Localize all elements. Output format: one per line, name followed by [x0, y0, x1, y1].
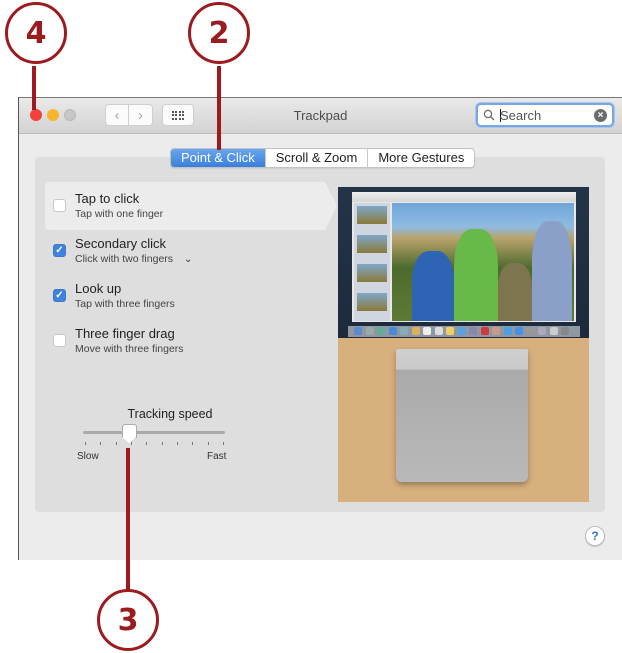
tracking-speed-label: Tracking speed	[127, 407, 213, 421]
slider-tick	[207, 442, 209, 445]
option-title: Secondary click	[75, 236, 167, 251]
gesture-preview-video	[338, 182, 589, 502]
slider-tick	[223, 442, 224, 445]
preview-screen	[338, 182, 589, 338]
dock-app-icon	[469, 327, 477, 335]
slider-tick	[85, 442, 86, 445]
slider-tick	[146, 442, 148, 445]
slider-thumb[interactable]	[122, 424, 138, 438]
option-subtitle: Tap with three fingers	[75, 298, 175, 310]
dock-app-icon	[446, 327, 454, 335]
option-title: Look up	[75, 281, 122, 296]
option-subtitle[interactable]: Click with two fingers ⌄	[75, 253, 192, 265]
callout-3-line	[126, 448, 130, 590]
photo-person	[498, 263, 532, 321]
tab-scroll-and-zoom[interactable]: Scroll & Zoom	[266, 149, 369, 167]
dock-app-icon	[492, 327, 500, 335]
option-tap-to-click[interactable]: Tap to click Tap with one finger	[45, 182, 337, 230]
dock-app-icon	[549, 327, 558, 335]
callout-3: 3	[97, 589, 159, 651]
option-secondary-click[interactable]: ✓ Secondary click Click with two fingers…	[45, 227, 325, 275]
preview-toolbar	[352, 192, 576, 202]
callout-4: 4	[5, 2, 67, 64]
slider-tick	[161, 442, 163, 445]
dock-app-icon	[377, 327, 385, 335]
settings-panel: Tap to click Tap with one finger ✓ Secon…	[35, 157, 605, 512]
option-three-finger-drag[interactable]: Three finger drag Move with three finger…	[45, 317, 325, 365]
preview-dock	[348, 326, 580, 337]
dock-app-icon	[480, 327, 489, 335]
callout-2: 2	[188, 2, 250, 64]
checkmark-icon: ✓	[55, 245, 64, 256]
dock-app-icon	[400, 327, 408, 335]
tab-point-and-click[interactable]: Point & Click	[171, 149, 266, 167]
dock-app-icon	[411, 327, 420, 335]
checkmark-icon: ✓	[55, 290, 64, 301]
tab-bar: Point & Click Scroll & Zoom More Gesture…	[170, 148, 476, 168]
option-look-up[interactable]: ✓ Look up Tap with three fingers	[45, 272, 325, 320]
option-subtitle: Move with three fingers	[75, 343, 184, 355]
magic-trackpad-image	[396, 349, 528, 482]
photo-person	[454, 229, 498, 321]
trackpad-preferences-window: ‹ › Trackpad × Point & Click Scroll & Zo…	[18, 97, 622, 560]
photo-person	[532, 221, 572, 321]
tap-to-click-checkbox[interactable]	[53, 199, 66, 212]
dock-app-icon	[423, 327, 431, 335]
search-field[interactable]: ×	[476, 103, 614, 127]
photo-person	[412, 251, 454, 321]
secondary-click-mode: Click with two fingers	[75, 253, 174, 265]
callout-2-line	[217, 66, 221, 150]
preview-thumbnail	[357, 206, 387, 224]
slider-tick	[177, 442, 178, 445]
dock-app-icon	[538, 327, 546, 335]
preview-thumbnail	[357, 235, 387, 253]
preview-menubar	[338, 182, 589, 187]
dock-app-icon	[457, 327, 466, 335]
search-input[interactable]	[500, 106, 590, 124]
look-up-checkbox[interactable]: ✓	[53, 289, 66, 302]
preview-family-photo	[392, 203, 574, 321]
tracking-speed-slider[interactable]	[83, 431, 225, 434]
slider-tick	[115, 442, 117, 445]
option-title: Tap to click	[75, 191, 140, 206]
callout-4-line	[32, 66, 36, 110]
search-icon	[483, 109, 495, 121]
tab-more-gestures[interactable]: More Gestures	[368, 149, 474, 167]
fast-label: Fast	[207, 451, 227, 462]
dock-app-icon	[434, 327, 443, 335]
secondary-click-checkbox[interactable]: ✓	[53, 244, 66, 257]
dock-app-icon	[561, 327, 569, 335]
dock-app-icon	[354, 327, 362, 335]
text-caret	[500, 109, 501, 122]
dock-app-icon	[388, 327, 397, 335]
dock-app-icon	[526, 327, 535, 335]
slider-thumb-tip	[122, 437, 137, 443]
clear-search-icon[interactable]: ×	[594, 109, 607, 122]
slow-label: Slow	[77, 451, 99, 462]
help-button[interactable]: ?	[585, 526, 605, 546]
preview-photo-window	[352, 192, 576, 322]
preview-thumbnail	[357, 264, 387, 282]
dock-app-icon	[503, 327, 512, 335]
selection-arrow	[325, 182, 337, 230]
preview-thumbnail	[357, 293, 387, 311]
slider-tick	[192, 442, 194, 445]
dock-app-icon	[515, 327, 523, 335]
three-finger-drag-checkbox[interactable]	[53, 334, 66, 347]
title-bar: ‹ › Trackpad ×	[19, 98, 622, 134]
option-subtitle: Tap with one finger	[75, 208, 164, 220]
chevron-down-icon[interactable]: ⌄	[184, 254, 192, 265]
slider-tick	[100, 442, 102, 445]
preview-sidebar	[354, 203, 390, 321]
dock-app-icon	[365, 327, 374, 335]
option-title: Three finger drag	[75, 326, 175, 341]
